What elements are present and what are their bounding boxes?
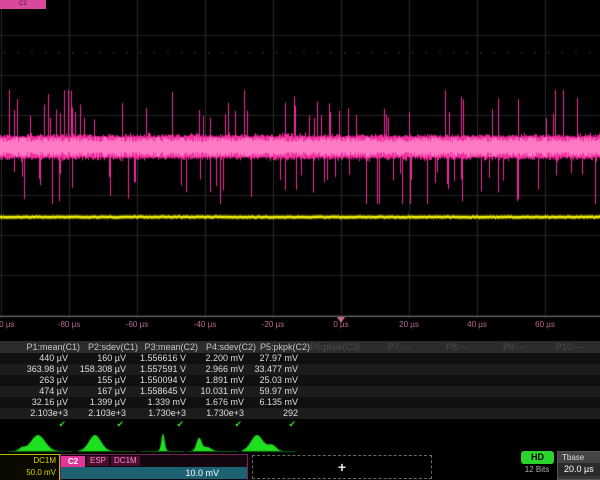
measure-value: 25.03 mV xyxy=(214,375,298,386)
trigger-position-marker[interactable] xyxy=(337,317,345,323)
c2-coupling-tag: DC1M xyxy=(111,456,140,466)
trace-annotation-chip: C2 xyxy=(0,0,46,9)
time-axis-label: -40 µs xyxy=(194,320,216,329)
tbase-title: Tbase xyxy=(558,452,600,463)
channel-c2-descriptor[interactable]: C2 ESP DC1M 10.0 mV xyxy=(60,454,248,480)
measure-value: 59.97 mV xyxy=(214,386,298,397)
time-axis-label: -100 µs xyxy=(0,320,14,329)
measure-status-check: ✔ xyxy=(212,419,296,430)
measure-header-unused[interactable]: P8:--- xyxy=(446,342,469,353)
c2-channel-badge: C2 xyxy=(61,456,85,467)
measure-header-unused[interactable]: P9:--- xyxy=(503,342,526,353)
measure-value: 33.477 mV xyxy=(214,364,298,375)
time-axis-label: 40 µs xyxy=(467,320,487,329)
timebase-descriptor[interactable]: Tbase 20.0 µs xyxy=(557,451,600,480)
measure-value: 6.135 mV xyxy=(214,397,298,408)
measure-header-unused[interactable]: P10:--- xyxy=(556,342,584,353)
histicon-strip xyxy=(0,430,600,453)
waveform-grid-canvas xyxy=(0,0,600,318)
c1-scale-value: 50.0 mV xyxy=(0,467,59,479)
time-axis-label: -80 µs xyxy=(58,320,80,329)
channel-c1-descriptor[interactable]: DC1M 50.0 mV xyxy=(0,454,60,480)
c2-scale-value: 10.0 mV xyxy=(61,467,247,479)
time-axis-label: 60 µs xyxy=(535,320,555,329)
hd-mode-badge[interactable]: HD xyxy=(521,451,554,464)
measure-value: 27.97 mV xyxy=(214,353,298,364)
measure-header-p5[interactable]: P5:pkpk(C2) xyxy=(226,342,310,353)
add-trace-button[interactable]: + xyxy=(252,455,432,479)
c2-esp-tag: ESP xyxy=(87,456,109,466)
time-axis-label: -20 µs xyxy=(262,320,284,329)
timebase-axis: -100 µs-80 µs-60 µs-40 µs-20 µs0 µs20 µs… xyxy=(0,317,600,336)
oscilloscope-screen: C2 -100 µs-80 µs-60 µs-40 µs-20 µs0 µs20… xyxy=(0,0,600,480)
descriptor-bar: DC1M 50.0 mV C2 ESP DC1M 10.0 mV + HD 12… xyxy=(0,453,600,480)
tbase-value: 20.0 µs xyxy=(558,463,600,476)
c1-coupling-label: DC1M xyxy=(0,455,59,467)
resolution-bits-label: 12 Bits xyxy=(513,465,561,474)
measure-header-unused[interactable]: P6:pkpk(C3) xyxy=(310,342,360,353)
measure-value: 292 xyxy=(214,408,298,419)
time-axis-label: 20 µs xyxy=(399,320,419,329)
measure-header-unused[interactable]: P7:--- xyxy=(388,342,411,353)
time-axis-label: -60 µs xyxy=(126,320,148,329)
